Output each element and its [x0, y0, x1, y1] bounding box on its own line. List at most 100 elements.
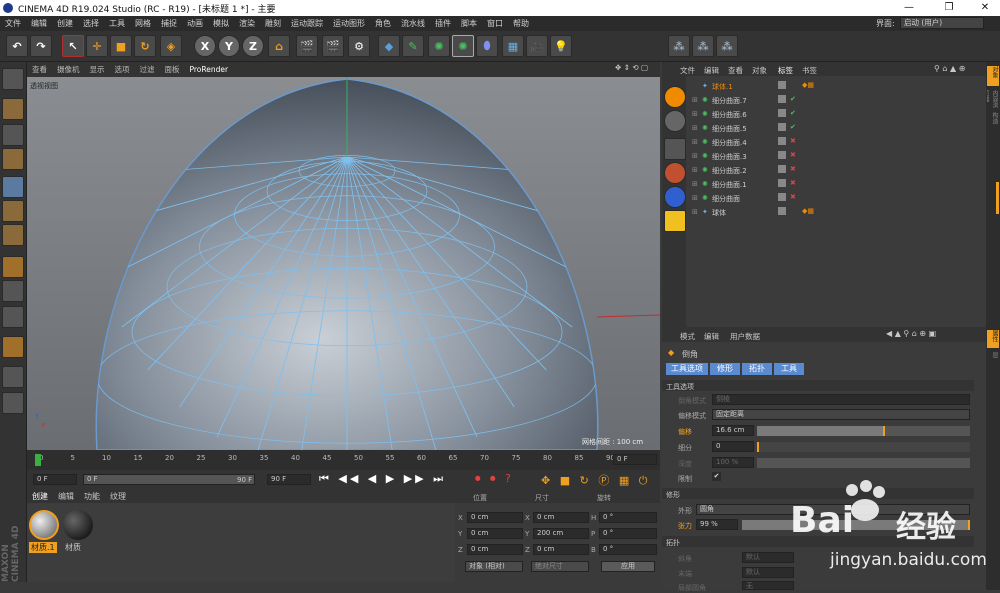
obj-menu-edit[interactable]: 编辑 — [704, 65, 719, 76]
viewport-menu-view[interactable]: 查看 — [27, 64, 52, 75]
maximize-button[interactable]: ❐ — [936, 0, 962, 16]
close-button[interactable]: ✕ — [972, 0, 998, 16]
floor-icon[interactable]: ▦ — [502, 35, 524, 57]
magnet-icon[interactable] — [2, 336, 24, 358]
mat-menu-function[interactable]: 功能 — [79, 491, 105, 502]
object-name[interactable]: 细分曲面.4 — [712, 138, 747, 148]
size-z-field[interactable]: 0 cm — [533, 544, 589, 555]
object-name[interactable]: 球体.1 — [712, 82, 733, 92]
points-mode-icon[interactable] — [2, 176, 24, 198]
spline-mode-icon[interactable] — [664, 86, 686, 108]
visibility-toggle[interactable] — [778, 137, 786, 145]
mograph-effector-icon[interactable]: ⁂ — [716, 35, 738, 57]
enabled-check-icon[interactable]: ✔ — [790, 123, 796, 131]
point-tool-icon[interactable] — [664, 162, 686, 184]
end-frame-field[interactable]: 90 F — [267, 474, 311, 485]
pos-x-field[interactable]: 0 cm — [467, 512, 523, 523]
viewport-menu-options[interactable]: 选项 — [110, 64, 135, 75]
tab-layers[interactable]: 层 — [987, 352, 999, 368]
disabled-x-icon[interactable]: ✖ — [790, 165, 796, 173]
menu-item-animate[interactable]: 动画 — [182, 18, 208, 29]
object-row[interactable]: ⊞ ✺ 细分曲面.3 ✖ — [686, 150, 986, 164]
menu-item-pipeline[interactable]: 流水线 — [396, 18, 430, 29]
rot-h-field[interactable]: 0 ° — [599, 512, 657, 523]
subdivision-surface-icon[interactable]: ✺ — [428, 35, 450, 57]
object-row[interactable]: ⊞ ✺ 细分曲面.4 ✖ — [686, 136, 986, 150]
edges-mode-icon[interactable] — [2, 200, 24, 222]
material-swatch-2[interactable] — [63, 510, 93, 540]
start-frame-field[interactable]: 0 F — [33, 474, 77, 485]
viewport-menu-display[interactable]: 显示 — [85, 64, 110, 75]
visibility-toggle[interactable] — [778, 179, 786, 187]
viewport-menu-camera[interactable]: 摄像机 — [52, 64, 85, 75]
sphere-tool-icon[interactable] — [664, 186, 686, 208]
current-frame-field[interactable]: 0 F — [613, 454, 657, 465]
object-name[interactable]: 细分曲面.2 — [712, 166, 747, 176]
cube-object-icon[interactable]: ◆ — [378, 35, 400, 57]
rot-p-field[interactable]: 0 ° — [599, 528, 657, 539]
disabled-x-icon[interactable]: ✖ — [790, 137, 796, 145]
pen-tool-icon[interactable]: ✎ — [402, 35, 424, 57]
tab-shaping[interactable]: 修形 — [710, 363, 740, 375]
obj-menu-view[interactable]: 查看 — [728, 65, 743, 76]
mat-menu-edit[interactable]: 编辑 — [53, 491, 79, 502]
render-settings-icon[interactable]: ⚙ — [348, 35, 370, 57]
obj-menu-tags[interactable]: 标签 — [778, 65, 793, 76]
planar-workplane-icon[interactable] — [2, 392, 24, 414]
object-row[interactable]: ⊞ ✺ 细分曲面.7 ✔ — [686, 94, 986, 108]
tweak-mode-icon[interactable] — [2, 280, 24, 302]
apply-button[interactable]: 应用 — [601, 561, 655, 572]
attr-menu-userdata[interactable]: 用户数据 — [730, 331, 760, 342]
model-mode-icon[interactable] — [2, 98, 24, 120]
object-row[interactable]: ⊞ ✺ 细分曲面.6 ✔ — [686, 108, 986, 122]
3d-viewport[interactable]: y x 透视视图 网格间距 : 100 cm — [27, 77, 660, 450]
viewport-menu-filter[interactable]: 过滤 — [135, 64, 160, 75]
depth-field[interactable]: 100 % — [712, 457, 754, 468]
record-keyframe-icon[interactable]: ⏺ ⏺ ? — [475, 472, 514, 486]
offset-slider[interactable] — [757, 426, 970, 436]
size-y-field[interactable]: 200 cm — [533, 528, 589, 539]
viewport-nav-icon[interactable]: ✥ ⇕ ⟲ ▢ — [615, 63, 648, 72]
object-name[interactable]: 细分曲面.6 — [712, 110, 747, 120]
rot-b-field[interactable]: 0 ° — [599, 544, 657, 555]
menu-item-script[interactable]: 脚本 — [456, 18, 482, 29]
visibility-toggle[interactable] — [778, 109, 786, 117]
timeline[interactable]: 0 5 10 15 20 25 30 35 40 45 50 55 60 65 70 75 80 85 90 0 F — [27, 450, 660, 470]
attr-menu-mode[interactable]: 模式 — [680, 331, 695, 342]
undo-icon[interactable]: ↶ — [6, 35, 28, 57]
material-1-label[interactable]: 材质.1 — [29, 542, 57, 553]
texture-mode-icon[interactable] — [2, 124, 24, 146]
polygons-mode-icon[interactable] — [2, 224, 24, 246]
z-axis-button[interactable]: Z — [242, 35, 264, 57]
snapping-icon[interactable] — [2, 306, 24, 328]
tab-objects[interactable]: 对象 — [987, 66, 999, 86]
render-view-icon[interactable]: 🎬 — [296, 35, 318, 57]
object-name[interactable]: 细分曲面.7 — [712, 96, 747, 106]
subdivision-slider[interactable] — [757, 442, 970, 452]
menu-item-window[interactable]: 窗口 — [482, 18, 508, 29]
pos-y-field[interactable]: 0 cm — [467, 528, 523, 539]
x-axis-button[interactable]: X — [194, 35, 216, 57]
offset-field[interactable]: 16.6 cm — [712, 425, 754, 436]
obj-menu-file[interactable]: 文件 — [680, 65, 695, 76]
playhead[interactable] — [35, 454, 41, 466]
object-row[interactable]: ✦ 球体.1 ◆▦ — [686, 80, 986, 94]
menu-item-tools[interactable]: 工具 — [104, 18, 130, 29]
attr-nav-icons[interactable]: ◀ ▲ ⚲ ⌂ ⊕ ▣ — [886, 329, 936, 338]
depth-slider[interactable] — [757, 458, 970, 468]
render-picture-viewer-icon[interactable]: 🎬 — [322, 35, 344, 57]
xyz-axis-icon[interactable] — [664, 210, 686, 232]
menu-item-mesh[interactable]: 网格 — [130, 18, 156, 29]
disabled-x-icon[interactable]: ✖ — [790, 179, 796, 187]
object-row[interactable]: ⊞ ✺ 细分曲面.5 ✔ — [686, 122, 986, 136]
menu-item-help[interactable]: 帮助 — [508, 18, 534, 29]
bevel-mode-select[interactable]: 倒棱 — [712, 394, 970, 405]
limit-checkbox[interactable]: ✔ — [712, 472, 721, 481]
visibility-toggle[interactable] — [778, 81, 786, 89]
visibility-toggle[interactable] — [778, 123, 786, 131]
coord-mode-select[interactable]: 对象 (相对) — [465, 561, 523, 572]
locked-workplane-icon[interactable] — [2, 366, 24, 388]
mat-menu-create[interactable]: 创建 — [27, 491, 53, 502]
object-row[interactable]: ⊞ ✺ 细分曲面 ✖ — [686, 192, 986, 206]
menu-item-select[interactable]: 选择 — [78, 18, 104, 29]
